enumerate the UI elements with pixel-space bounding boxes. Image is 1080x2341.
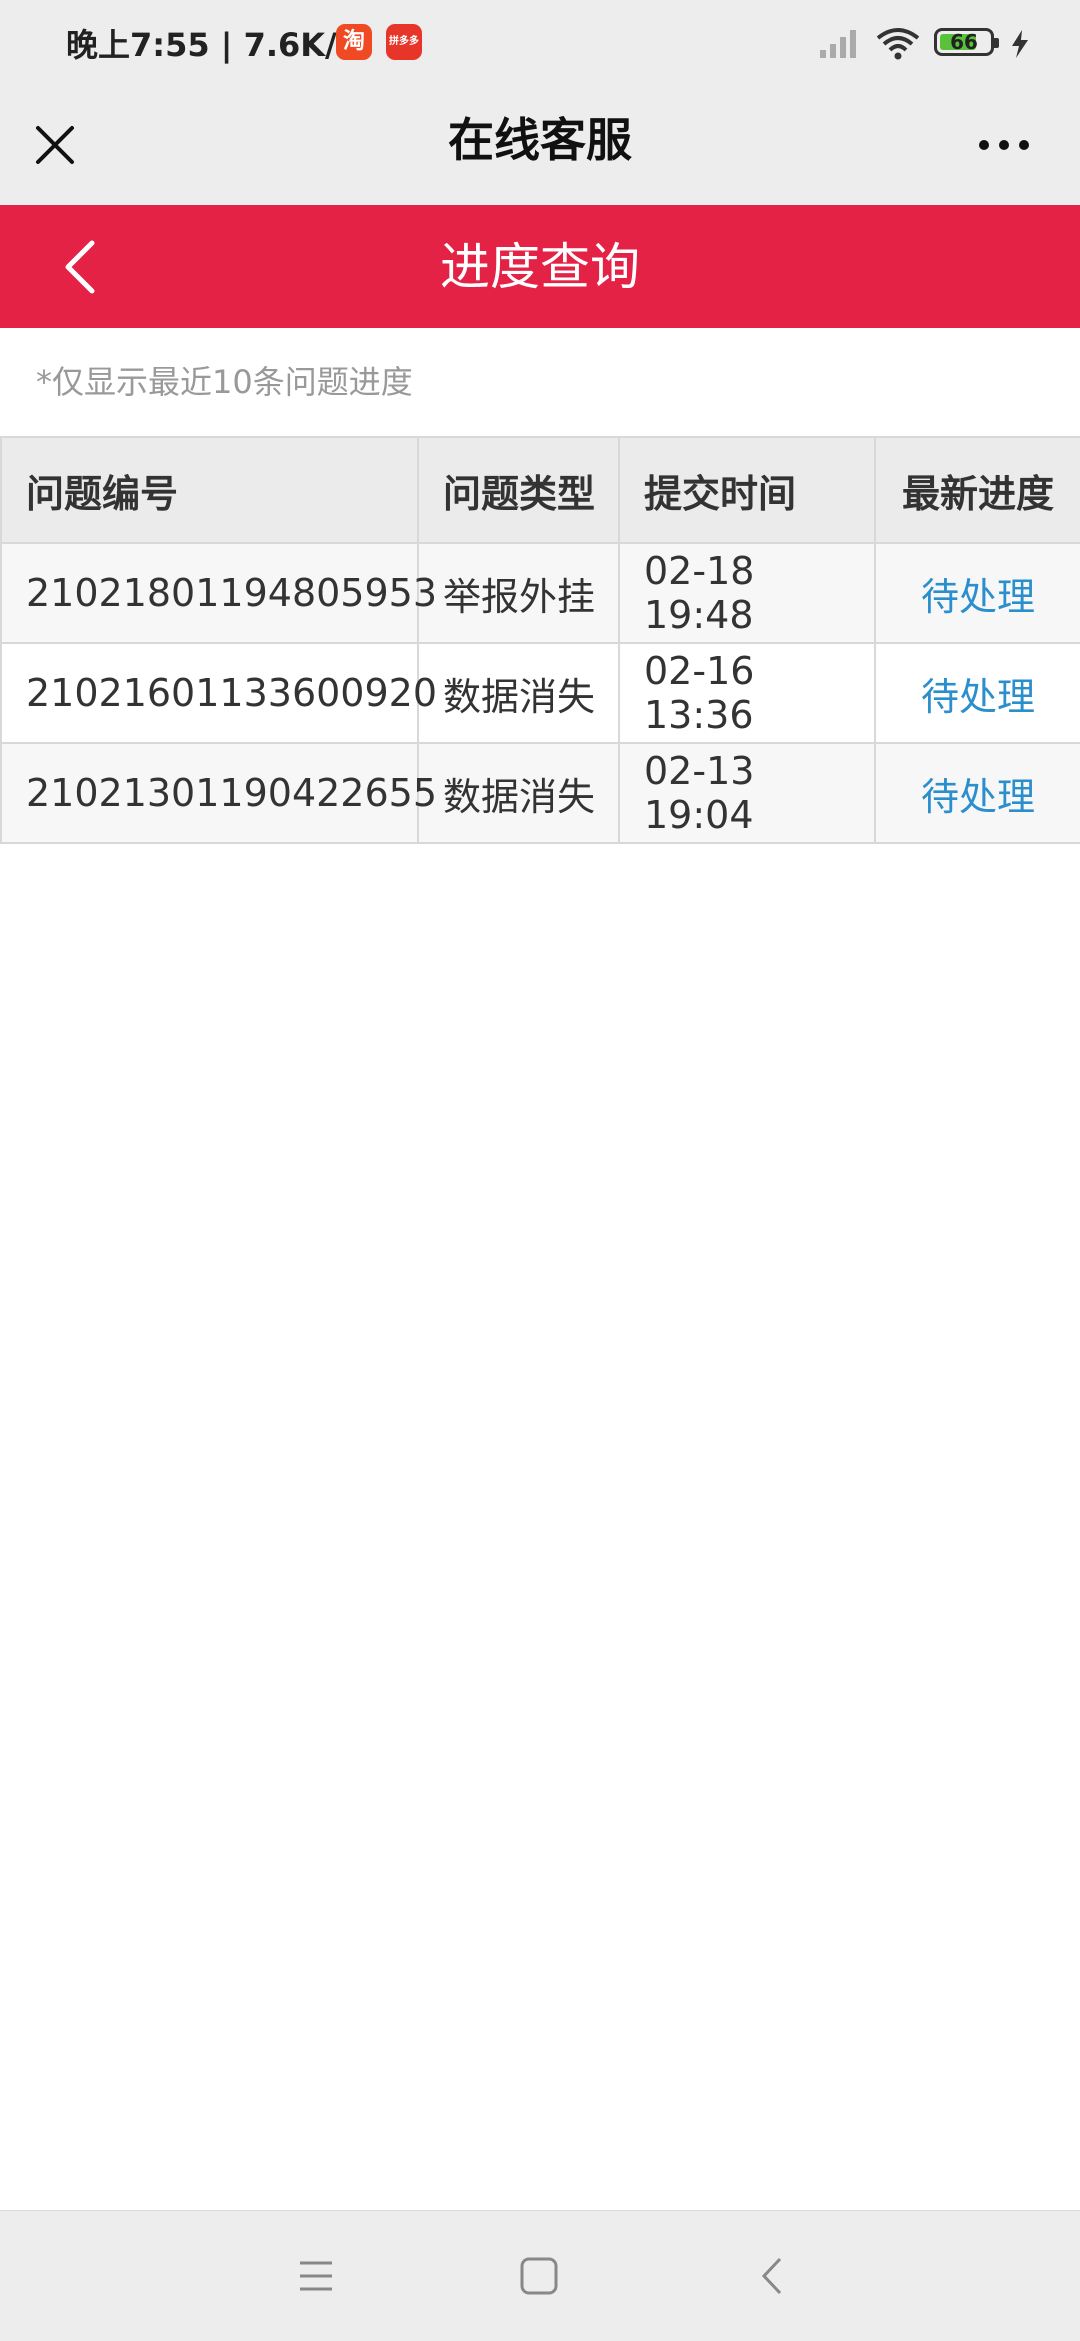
column-header-type: 问题类型 (417, 436, 620, 544)
issue-type: 举报外挂 (417, 542, 620, 644)
notice-text: *仅显示最近10条问题进度 (36, 363, 413, 401)
issue-id: 21021301190422655 (0, 742, 437, 844)
status-link[interactable]: 待处理 (874, 542, 1080, 644)
issue-type: 数据消失 (417, 642, 620, 744)
status-link[interactable]: 待处理 (874, 642, 1080, 744)
charging-bolt-icon (1012, 30, 1028, 58)
signal-icon (820, 30, 856, 58)
table-header-row: 问题编号 问题类型 提交时间 最新进度 (0, 436, 1080, 544)
progress-table: 问题编号 问题类型 提交时间 最新进度 21021801194805953 举报… (0, 436, 1080, 844)
back-chevron-icon[interactable] (756, 2255, 786, 2297)
table-row[interactable]: 21021301190422655 数据消失 02-13 19:04 待处理 (0, 742, 1080, 844)
status-bar: 晚上7:55 | 7.6K/s 淘 拼多多 66 (0, 0, 1080, 90)
status-link[interactable]: 待处理 (874, 742, 1080, 844)
column-header-id: 问题编号 (0, 436, 419, 544)
pinduoduo-app-icon: 拼多多 (386, 24, 422, 60)
submit-time: 02-18 19:48 (618, 542, 876, 644)
submit-time: 02-13 19:04 (618, 742, 876, 844)
table-row[interactable]: 21021801194805953 举报外挂 02-18 19:48 待处理 (0, 542, 1080, 644)
battery-icon: 66 (934, 28, 999, 56)
issue-type: 数据消失 (417, 742, 620, 844)
app-bar: 在线客服 (0, 90, 1080, 205)
more-dots-icon[interactable] (974, 120, 1034, 170)
home-square-icon[interactable] (518, 2255, 560, 2297)
menu-icon[interactable] (296, 2259, 336, 2293)
taobao-app-icon: 淘 (336, 24, 372, 60)
wifi-icon (876, 28, 920, 60)
issue-id: 21021601133600920 (0, 642, 437, 744)
page-header: 进度查询 (0, 205, 1080, 328)
app-title: 在线客服 (448, 113, 632, 167)
page-title: 进度查询 (440, 238, 640, 296)
status-time-speed: 晚上7:55 | 7.6K/s (66, 26, 356, 64)
issue-id: 21021801194805953 (0, 542, 437, 644)
column-header-status: 最新进度 (874, 436, 1080, 544)
submit-time: 02-16 13:36 (618, 642, 876, 744)
table-row[interactable]: 21021601133600920 数据消失 02-16 13:36 待处理 (0, 642, 1080, 744)
system-nav-bar (0, 2210, 1080, 2341)
battery-level: 66 (950, 30, 978, 54)
column-header-time: 提交时间 (618, 436, 876, 544)
